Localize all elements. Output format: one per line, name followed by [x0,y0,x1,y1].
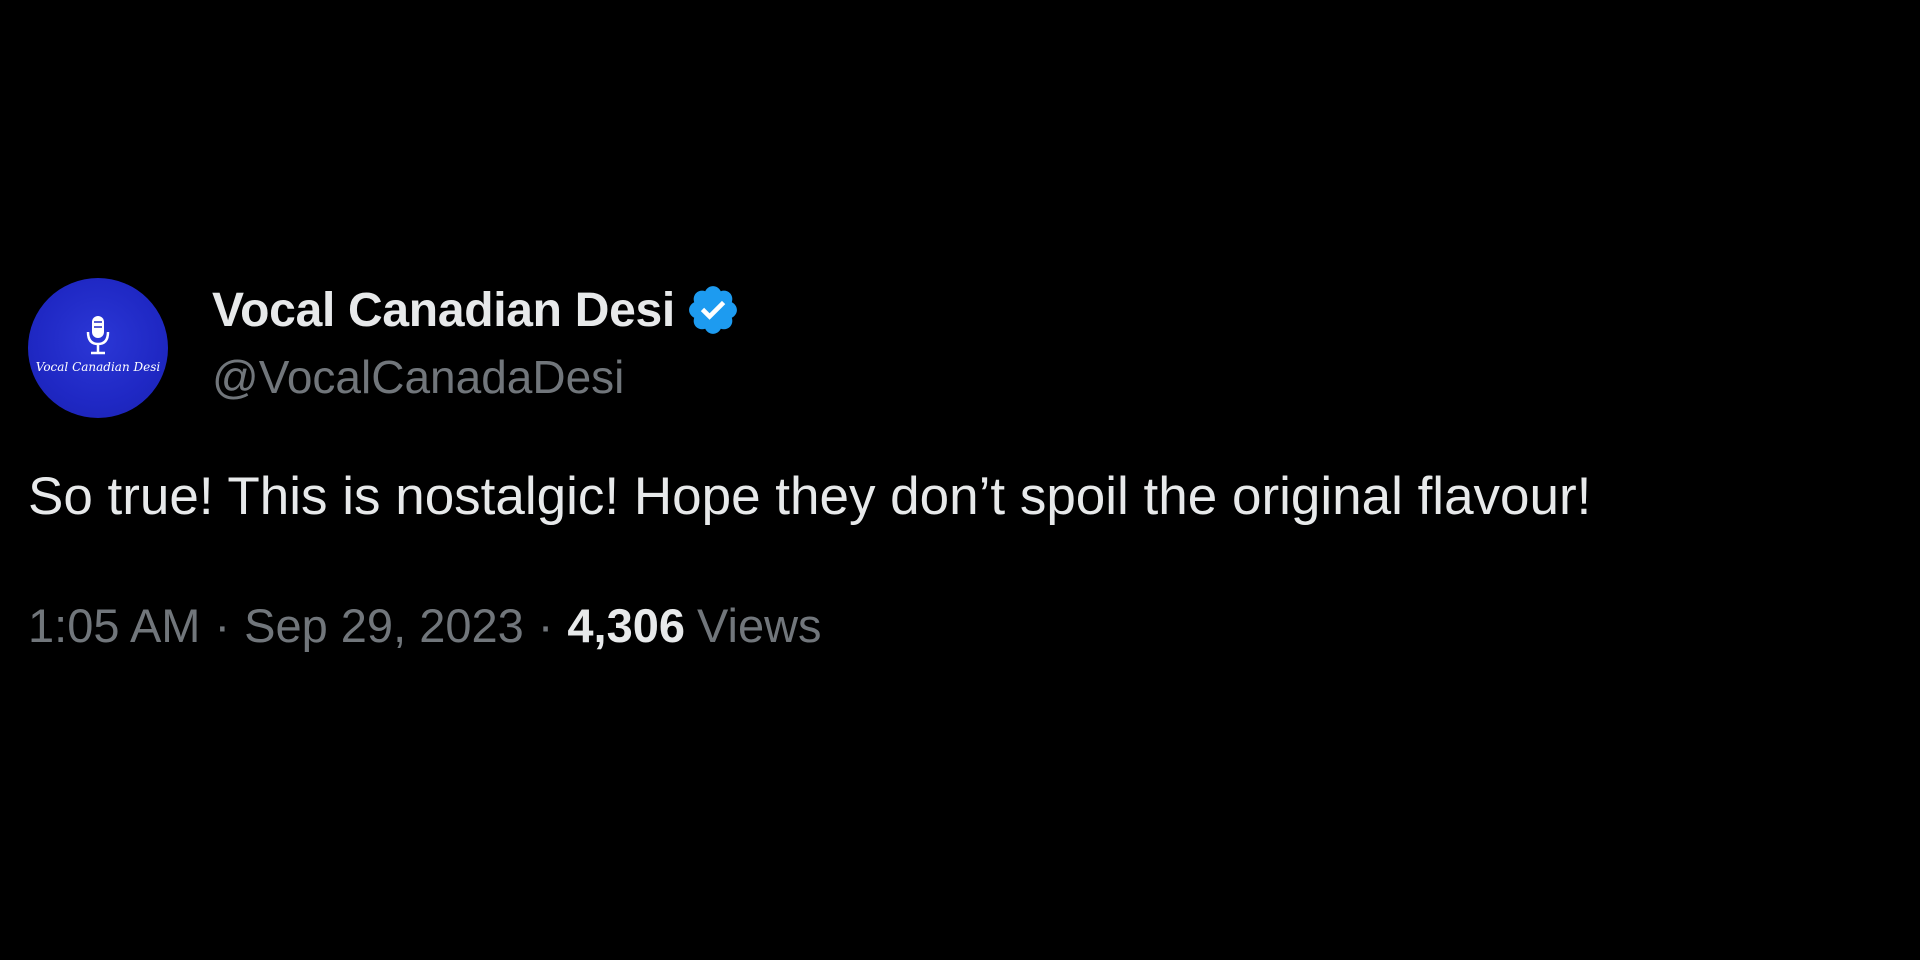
meta-separator: · [214,599,231,652]
tweet-text: So true! This is nostalgic! Hope they do… [28,467,1592,526]
avatar[interactable]: Vocal Canadian Desi [28,278,168,418]
author-identity: Vocal Canadian Desi @VocalCanadaDesi [212,280,741,404]
name-row: Vocal Canadian Desi [212,280,741,340]
tweet-meta: 1:05 AM · Sep 29, 2023 · 4,306 Views [28,598,1908,653]
tweet-time[interactable]: 1:05 AM [28,598,200,653]
avatar-logo-text: Vocal Canadian Desi [35,360,161,374]
views-label[interactable]: Views [697,598,822,653]
author-handle[interactable]: @VocalCanadaDesi [212,350,741,404]
meta-separator: · [537,599,554,652]
views-count[interactable]: 4,306 [567,598,685,653]
tweet-card: Vocal Canadian Desi Vocal Canadian Desi … [28,276,1908,653]
verified-badge-icon[interactable] [685,282,741,338]
microphone-icon [86,316,110,355]
tweet-header: Vocal Canadian Desi Vocal Canadian Desi … [28,276,1908,420]
tweet-date[interactable]: Sep 29, 2023 [244,598,524,653]
display-name[interactable]: Vocal Canadian Desi [212,283,675,338]
